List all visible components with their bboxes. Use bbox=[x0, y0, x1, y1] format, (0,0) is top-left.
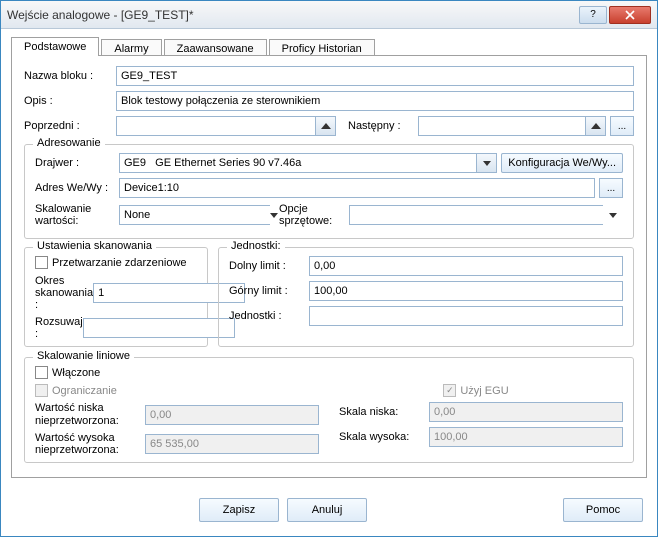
help-button[interactable]: Pomoc bbox=[563, 498, 643, 522]
opcje-dropdown-button[interactable] bbox=[603, 205, 623, 225]
close-titlebutton[interactable] bbox=[609, 6, 651, 24]
skal-dropdown-button[interactable] bbox=[270, 205, 278, 225]
poprzedni-up-button[interactable] bbox=[316, 116, 336, 136]
scan-title: Ustawienia skanowania bbox=[33, 240, 156, 252]
opis-input[interactable] bbox=[116, 91, 634, 111]
egu-label: Użyj EGU bbox=[460, 385, 508, 397]
konfiguracja-button[interactable]: Konfiguracja We/Wy... bbox=[501, 153, 623, 173]
wwys-input bbox=[145, 434, 319, 454]
skal-label: Skalowanie wartości: bbox=[35, 203, 119, 227]
snisk-label: Skala niska: bbox=[339, 406, 429, 418]
up-arrow-icon bbox=[591, 123, 601, 129]
poprzedni-label: Poprzedni : bbox=[24, 120, 116, 132]
units-group: Jednostki: Dolny limit : Górny limit : J… bbox=[218, 247, 634, 347]
up-arrow-icon bbox=[321, 123, 331, 129]
wwys-label: Wartość wysoka nieprzetworzona: bbox=[35, 432, 145, 456]
poprzedni-input[interactable] bbox=[116, 116, 316, 136]
tab-strip: Podstawowe Alarmy Zaawansowane Proficy H… bbox=[11, 37, 647, 56]
adres-browse-button[interactable]: ... bbox=[599, 178, 623, 198]
opcje-select[interactable] bbox=[349, 205, 603, 225]
adres-input[interactable] bbox=[119, 178, 595, 198]
drajwer-dropdown-button[interactable] bbox=[477, 153, 497, 173]
footer: Zapisz Anuluj Pomoc bbox=[1, 488, 657, 536]
nastepny-browse-button[interactable]: ... bbox=[610, 116, 634, 136]
opcje-label: Opcje sprzętowe: bbox=[279, 203, 349, 227]
chevron-down-icon bbox=[270, 213, 278, 218]
help-titlebutton[interactable]: ? bbox=[579, 6, 607, 24]
drajwer-label: Drajwer : bbox=[35, 157, 119, 169]
nazwa-input[interactable] bbox=[116, 66, 634, 86]
cancel-button[interactable]: Anuluj bbox=[287, 498, 367, 522]
ograniczanie-label: Ograniczanie bbox=[52, 385, 117, 397]
rozsuwaj-label: Rozsuwaj : bbox=[35, 316, 83, 340]
nastepny-label: Następny : bbox=[348, 120, 418, 132]
okres-label: Okres skanowania : bbox=[35, 275, 93, 311]
nastepny-up-button[interactable] bbox=[586, 116, 606, 136]
units-title: Jednostki: bbox=[227, 240, 285, 252]
nastepny-input[interactable] bbox=[418, 116, 586, 136]
adres-label: Adres We/Wy : bbox=[35, 182, 119, 194]
save-button[interactable]: Zapisz bbox=[199, 498, 279, 522]
przetwarzanie-checkbox[interactable] bbox=[35, 256, 48, 269]
dolny-input[interactable] bbox=[309, 256, 623, 276]
close-icon bbox=[625, 10, 635, 20]
jednostki-label: Jednostki : bbox=[229, 310, 309, 322]
chevron-down-icon bbox=[609, 213, 617, 218]
wnisk-label: Wartość niska nieprzetworzona: bbox=[35, 402, 145, 426]
swys-label: Skala wysoka: bbox=[339, 431, 429, 443]
wlaczone-checkbox[interactable] bbox=[35, 366, 48, 379]
rozsuwaj-input[interactable] bbox=[83, 318, 235, 338]
wnisk-input bbox=[145, 405, 319, 425]
tab-panel: Nazwa bloku : Opis : Poprzedni : Następn… bbox=[11, 55, 647, 478]
nazwa-label: Nazwa bloku : bbox=[24, 70, 116, 82]
dolny-label: Dolny limit : bbox=[229, 260, 309, 272]
chevron-down-icon bbox=[483, 161, 491, 166]
titlebar: Wejście analogowe - [GE9_TEST]* ? bbox=[1, 1, 657, 29]
addressing-group: Adresowanie Drajwer : Konfiguracja We/Wy… bbox=[24, 144, 634, 239]
swys-input bbox=[429, 427, 623, 447]
gorny-label: Górny limit : bbox=[229, 285, 309, 297]
dialog-window: Wejście analogowe - [GE9_TEST]* ? Podsta… bbox=[0, 0, 658, 537]
linear-group: Skalowanie liniowe Włączone Ograniczanie bbox=[24, 357, 634, 462]
window-title: Wejście analogowe - [GE9_TEST]* bbox=[7, 8, 579, 22]
gorny-input[interactable] bbox=[309, 281, 623, 301]
skal-select[interactable] bbox=[119, 205, 270, 225]
przetwarzanie-label: Przetwarzanie zdarzeniowe bbox=[52, 257, 187, 269]
egu-checkbox: ✓ bbox=[443, 384, 456, 397]
tab-basic[interactable]: Podstawowe bbox=[11, 37, 99, 56]
ograniczanie-checkbox bbox=[35, 384, 48, 397]
jednostki-input[interactable] bbox=[309, 306, 623, 326]
linear-title: Skalowanie liniowe bbox=[33, 350, 134, 362]
scan-group: Ustawienia skanowania Przetwarzanie zdar… bbox=[24, 247, 208, 347]
wlaczone-label: Włączone bbox=[52, 367, 100, 379]
snisk-input bbox=[429, 402, 623, 422]
drajwer-select[interactable] bbox=[119, 153, 477, 173]
opis-label: Opis : bbox=[24, 95, 116, 107]
addressing-title: Adresowanie bbox=[33, 137, 105, 149]
